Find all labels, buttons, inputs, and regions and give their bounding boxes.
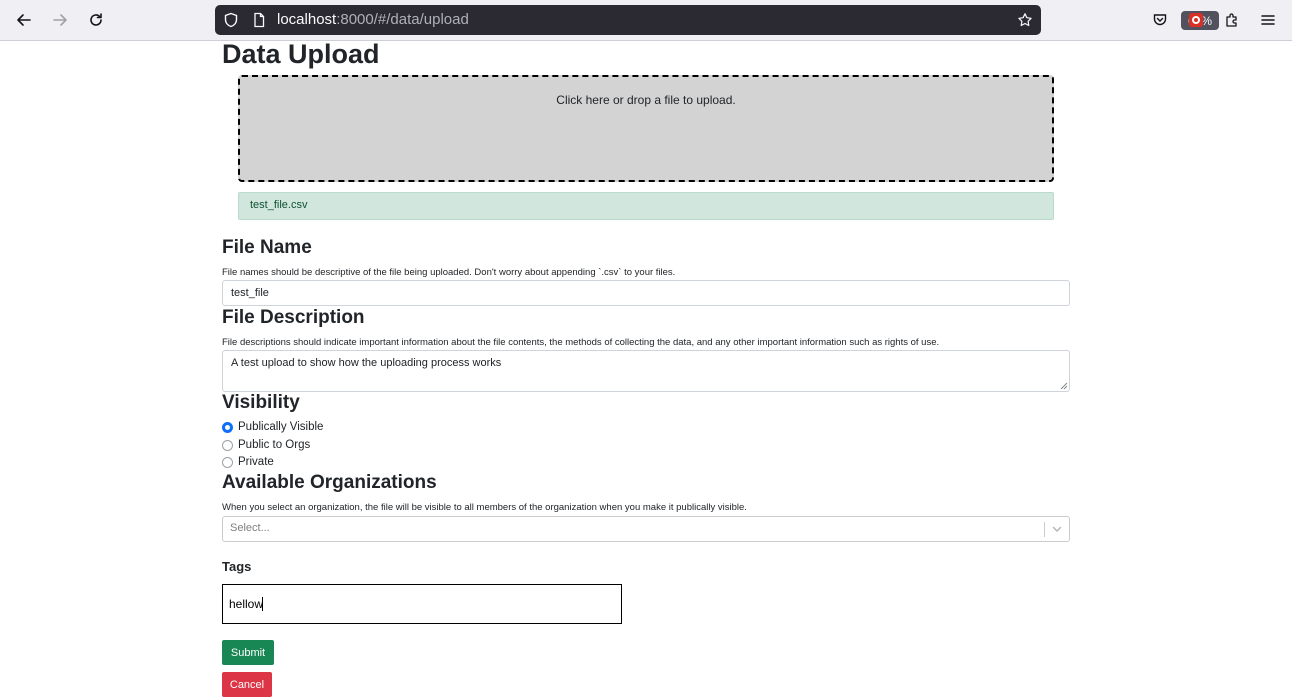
file-name-input[interactable]: test_file bbox=[222, 280, 1070, 306]
file-description-value: A test upload to show how the uploading … bbox=[231, 357, 502, 369]
url-host: localhost bbox=[277, 11, 337, 28]
bookmark-star-icon[interactable] bbox=[1017, 12, 1033, 28]
visibility-option-label: Private bbox=[238, 456, 274, 468]
organizations-heading: Available Organizations bbox=[222, 472, 437, 493]
visibility-heading: Visibility bbox=[222, 392, 300, 413]
radio-unchecked[interactable] bbox=[222, 439, 233, 451]
pocket-icon[interactable] bbox=[1148, 8, 1172, 32]
submit-button[interactable]: Submit bbox=[222, 640, 274, 665]
organizations-placeholder: Select... bbox=[230, 522, 270, 534]
reload-icon[interactable] bbox=[84, 8, 108, 32]
forward-icon[interactable] bbox=[48, 8, 72, 32]
browser-toolbar: localhost:8000/#/data/upload 67% bbox=[0, 0, 1292, 41]
url-text[interactable]: localhost:8000/#/data/upload bbox=[277, 11, 469, 28]
file-name-value: test_file bbox=[231, 287, 269, 299]
file-name-heading: File Name bbox=[222, 237, 312, 258]
visibility-option-label: Publically Visible bbox=[238, 421, 324, 433]
tags-input[interactable]: hellow bbox=[222, 584, 622, 624]
chevron-down-icon[interactable] bbox=[1050, 522, 1064, 536]
page-content: Data Upload Click here or drop a file to… bbox=[0, 39, 1292, 697]
visibility-option-public[interactable]: Publically Visible bbox=[222, 420, 323, 434]
organizations-help: When you select an organization, the fil… bbox=[222, 502, 747, 513]
select-separator bbox=[1044, 522, 1045, 537]
selected-file-name: test_file.csv bbox=[250, 199, 308, 211]
tags-value: hellow bbox=[229, 597, 264, 611]
page-title: Data Upload bbox=[222, 39, 380, 69]
url-bar[interactable]: localhost:8000/#/data/upload 67% bbox=[215, 5, 1219, 35]
shield-icon[interactable] bbox=[223, 12, 239, 28]
file-description-heading: File Description bbox=[222, 307, 365, 328]
back-icon[interactable] bbox=[12, 8, 36, 32]
page-icon[interactable] bbox=[251, 12, 267, 28]
visibility-option-label: Public to Orgs bbox=[238, 439, 311, 451]
file-description-help: File descriptions should indicate import… bbox=[222, 337, 940, 348]
visibility-option-orgs[interactable]: Public to Orgs bbox=[222, 438, 310, 452]
visibility-option-private[interactable]: Private bbox=[222, 455, 274, 469]
url-path: :8000/#/data/upload bbox=[336, 11, 469, 28]
resize-handle-icon[interactable] bbox=[1060, 382, 1068, 390]
cancel-button[interactable]: Cancel bbox=[222, 672, 272, 697]
extension-icon[interactable] bbox=[1184, 8, 1208, 32]
file-description-textarea[interactable]: A test upload to show how the uploading … bbox=[222, 350, 1070, 392]
extensions-puzzle-icon[interactable] bbox=[1220, 8, 1244, 32]
text-caret bbox=[262, 597, 263, 611]
menu-icon[interactable] bbox=[1256, 8, 1280, 32]
radio-unchecked[interactable] bbox=[222, 456, 233, 468]
selected-file-alert: test_file.csv bbox=[238, 192, 1054, 220]
organizations-select[interactable]: Select... bbox=[222, 516, 1070, 542]
file-name-help: File names should be descriptive of the … bbox=[222, 267, 676, 278]
tags-label: Tags bbox=[222, 559, 252, 574]
dropzone-text: Click here or drop a file to upload. bbox=[556, 93, 736, 107]
radio-checked[interactable] bbox=[222, 421, 233, 433]
file-dropzone[interactable]: Click here or drop a file to upload. bbox=[238, 75, 1054, 182]
